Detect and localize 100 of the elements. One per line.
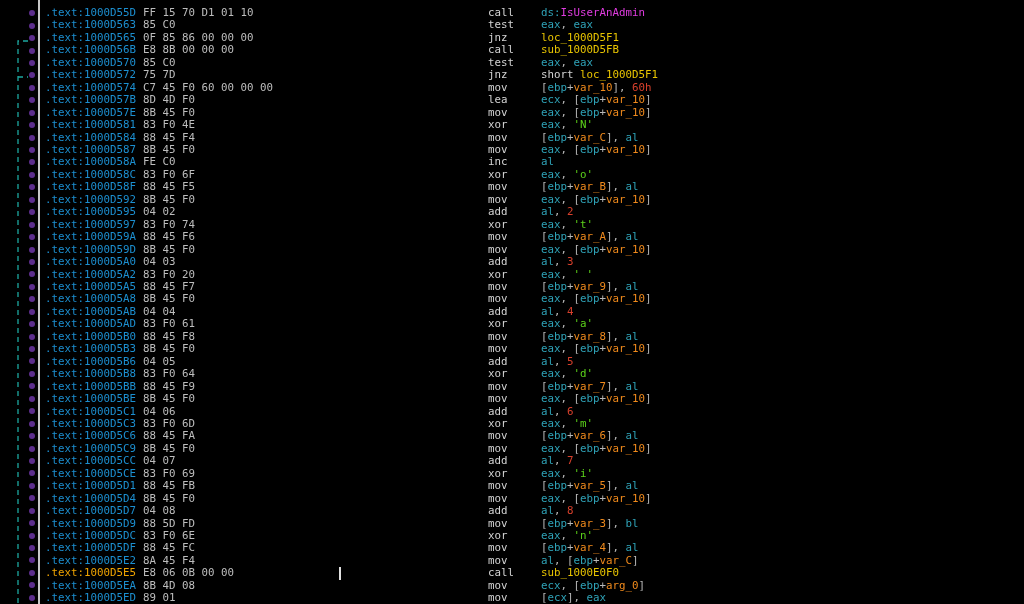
breakpoint-dot-icon xyxy=(29,433,35,440)
mnemonic-text: add xyxy=(488,355,509,369)
operand-text: eax, 'N' xyxy=(541,119,594,132)
mnemonic-text: mov xyxy=(488,106,509,120)
breakpoint-dot-icon xyxy=(29,333,35,340)
address-text: .text:1000D5C3 xyxy=(45,417,137,431)
opcode-bytes: 8B 45 F0 xyxy=(143,192,195,206)
operand-text: [ebp+var_4], al xyxy=(541,542,639,555)
opcode-bytes: 83 F0 4E xyxy=(143,118,195,132)
mnemonic-text: xor xyxy=(488,218,509,232)
address-text: .text:1000D56B xyxy=(45,44,137,57)
address-text: .text:1000D58F xyxy=(45,181,137,194)
breakpoint-dot-icon xyxy=(29,532,35,539)
operand-text: sub_1000E0F0 xyxy=(541,567,619,580)
operand-text: eax, eax xyxy=(541,56,594,70)
opcode-bytes: 8D 4D F0 xyxy=(143,93,195,107)
opcode-bytes: 88 45 F6 xyxy=(143,230,195,244)
address-text: .text:1000D581 xyxy=(45,119,137,132)
address-text: .text:1000D587 xyxy=(45,144,137,157)
mnemonic-text: mov xyxy=(488,81,509,95)
opcode-bytes: E8 8B 00 00 00 xyxy=(143,43,234,57)
operand-text: al, 3 xyxy=(541,256,574,269)
breakpoint-dot-icon xyxy=(29,246,35,253)
address-text: .text:1000D597 xyxy=(45,218,137,232)
opcode-bytes: 83 F0 20 xyxy=(143,267,195,281)
operand-text: eax, 't' xyxy=(541,218,594,232)
breakpoint-dot-icon xyxy=(29,47,35,54)
mnemonic-text: call xyxy=(488,567,515,580)
address-text: .text:1000D5C6 xyxy=(45,430,137,443)
operand-text: al, 4 xyxy=(541,305,574,319)
opcode-bytes: 89 01 xyxy=(143,591,176,604)
breakpoint-dot-icon xyxy=(29,147,35,154)
opcode-bytes: 8A 45 F4 xyxy=(143,553,195,567)
address-text: .text:1000D574 xyxy=(45,81,137,95)
breakpoint-dot-icon xyxy=(29,358,35,365)
address-text: .text:1000D5C9 xyxy=(45,442,137,456)
address-text: .text:1000D5CC xyxy=(45,455,137,468)
mnemonic-text: mov xyxy=(488,517,509,531)
address-text: .text:1000D5D4 xyxy=(45,492,137,506)
address-text: .text:1000D58C xyxy=(45,168,137,182)
mnemonic-text: add xyxy=(488,505,509,518)
breakpoint-dot-icon xyxy=(29,370,35,377)
opcode-bytes: 04 05 xyxy=(143,354,176,368)
mnemonic-text: test xyxy=(488,56,515,70)
mnemonic-text: lea xyxy=(488,94,509,107)
opcode-bytes: 88 45 F7 xyxy=(143,279,195,293)
operand-text: [ebp+var_3], bl xyxy=(541,517,639,531)
mnemonic-text: jnz xyxy=(488,69,509,82)
address-text: .text:1000D5BB xyxy=(45,380,137,394)
breakpoint-dot-icon xyxy=(29,72,35,79)
opcode-bytes: 04 02 xyxy=(143,205,176,219)
operand-text: [ebp+var_5], al xyxy=(541,480,639,493)
breakpoint-dot-icon xyxy=(29,308,35,315)
breakpoint-dot-icon xyxy=(29,122,35,129)
opcode-bytes: 88 45 FA xyxy=(143,429,195,443)
opcode-bytes: FF 15 70 D1 01 10 xyxy=(143,6,254,19)
breakpoint-dot-icon xyxy=(29,134,35,141)
address-text: .text:1000D5B3 xyxy=(45,343,137,356)
opcode-bytes: 04 04 xyxy=(143,304,176,318)
address-text: .text:1000D58A xyxy=(45,156,137,169)
operand-text: eax, 'a' xyxy=(541,318,594,331)
breakpoint-dot-icon xyxy=(29,482,35,489)
mnemonic-text: mov xyxy=(488,592,509,604)
mnemonic-text: mov xyxy=(488,293,509,306)
breakpoint-dot-icon xyxy=(29,22,35,29)
operand-text: sub_1000D5FB xyxy=(541,44,619,57)
mnemonic-text: add xyxy=(488,455,509,468)
opcode-bytes: 83 F0 61 xyxy=(143,317,195,331)
breakpoint-dot-icon xyxy=(29,283,35,290)
address-text: .text:1000D5DF xyxy=(45,542,137,555)
opcode-bytes: 8B 45 F0 xyxy=(143,292,195,306)
opcode-bytes: 04 06 xyxy=(143,404,176,418)
operand-text: eax, eax xyxy=(541,19,594,32)
opcode-bytes: FE C0 xyxy=(143,155,176,169)
breakpoint-dot-icon xyxy=(29,10,35,17)
breakpoint-dot-icon xyxy=(29,545,35,552)
operand-text: eax, [ebp+var_10] xyxy=(541,293,652,306)
mnemonic-text: xor xyxy=(488,368,509,381)
address-text: .text:1000D5B6 xyxy=(45,355,137,369)
opcode-bytes: 8B 45 F0 xyxy=(143,392,195,406)
operand-text: eax, [ebp+var_10] xyxy=(541,243,652,257)
breakpoint-dot-icon xyxy=(29,346,35,353)
breakpoint-dot-icon xyxy=(29,109,35,116)
opcode-bytes: 88 45 F8 xyxy=(143,329,195,343)
address-text: .text:1000D5C1 xyxy=(45,405,137,418)
operand-text: ds:IsUserAnAdmin xyxy=(541,7,646,20)
operand-text: al, [ebp+var_C] xyxy=(541,554,639,568)
operand-text: eax, 'm' xyxy=(541,417,594,431)
mnemonic-text: mov xyxy=(488,480,509,493)
mnemonic-text: mov xyxy=(488,579,509,593)
breakpoint-dot-icon xyxy=(29,495,35,502)
address-text: .text:1000D5A8 xyxy=(45,293,137,306)
address-text: .text:1000D565 xyxy=(45,31,137,45)
mnemonic-text: xor xyxy=(488,168,509,182)
address-text: .text:1000D59A xyxy=(45,231,137,244)
mnemonic-text: xor xyxy=(488,268,509,281)
mnemonic-text: mov xyxy=(488,492,509,506)
mnemonic-text: mov xyxy=(488,131,509,144)
operand-text: eax, 'd' xyxy=(541,368,594,381)
opcode-bytes: 04 07 xyxy=(143,454,176,468)
